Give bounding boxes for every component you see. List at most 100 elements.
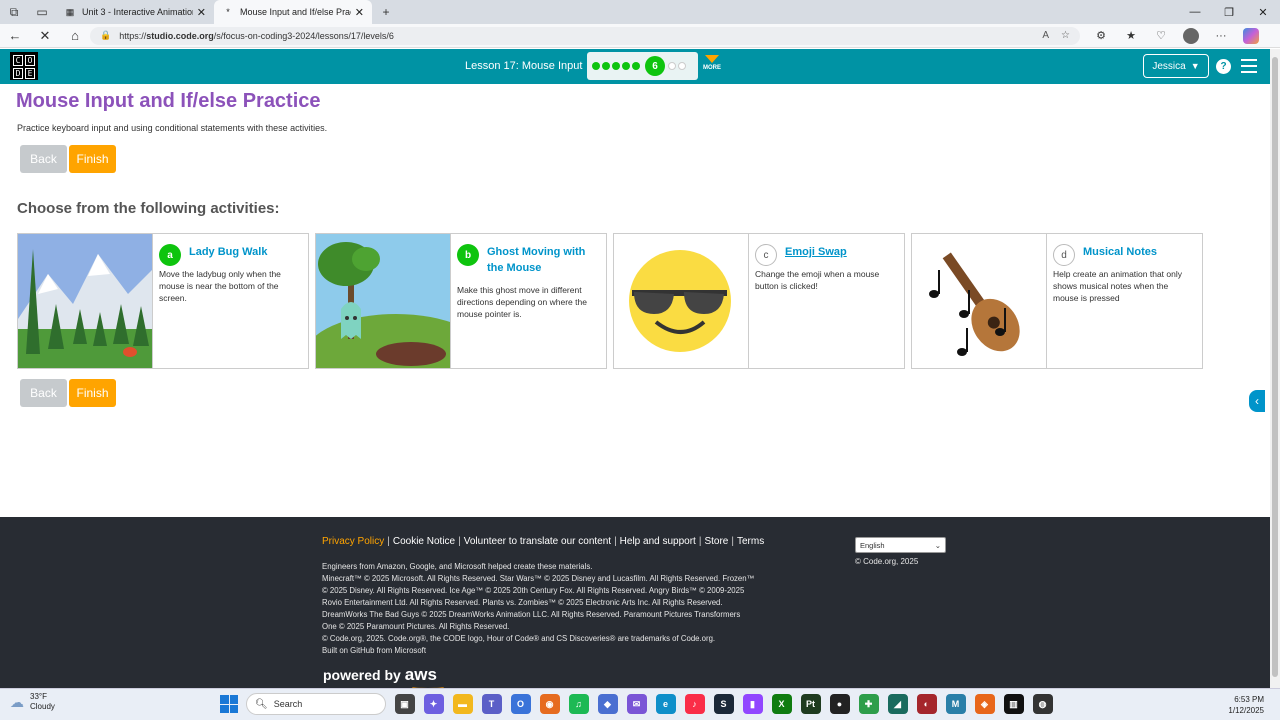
- app-icon[interactable]: ◢: [887, 694, 908, 714]
- privacy-policy-link[interactable]: Privacy Policy: [322, 536, 384, 547]
- task-view-icon[interactable]: ▣: [394, 694, 415, 714]
- close-tab-icon[interactable]: ✕: [197, 6, 206, 19]
- progress-current-level[interactable]: 6: [645, 56, 665, 76]
- outlook-icon[interactable]: O: [510, 694, 531, 714]
- workspaces-icon[interactable]: ⧉: [0, 0, 28, 24]
- activity-title-link[interactable]: Emoji Swap: [785, 244, 898, 260]
- chevron-left-icon[interactable]: ‹: [1249, 390, 1265, 412]
- activity-title-link[interactable]: Ghost Moving with the Mouse: [487, 244, 600, 276]
- browser-tab-unit3[interactable]: ▦ Unit 3 - Interactive Animations ar ✕: [56, 0, 214, 24]
- help-icon[interactable]: ?: [1216, 59, 1231, 74]
- temperature: 33°F: [30, 692, 47, 701]
- language-select[interactable]: English ⌄: [855, 537, 946, 553]
- more-dropdown[interactable]: MORE: [702, 53, 722, 71]
- close-window-icon[interactable]: ✕: [1246, 0, 1280, 24]
- back-button-bottom[interactable]: Back: [20, 379, 67, 407]
- emoji-thumbnail[interactable]: [614, 234, 749, 368]
- profile-icon[interactable]: [1176, 27, 1206, 44]
- favorite-star-icon[interactable]: ☆: [1061, 30, 1070, 41]
- hamburger-menu-icon[interactable]: [1241, 59, 1257, 73]
- browser-essentials-icon[interactable]: ♡: [1146, 29, 1176, 42]
- ghost-thumbnail[interactable]: [316, 234, 451, 368]
- progress-dot-complete[interactable]: [632, 62, 640, 70]
- progress-dot-complete[interactable]: [612, 62, 620, 70]
- activity-card-a[interactable]: a Lady Bug Walk Move the ladybug only wh…: [17, 233, 309, 369]
- code-org-logo[interactable]: C O D E: [10, 52, 38, 80]
- xbox-icon[interactable]: X: [771, 694, 792, 714]
- progress-dot-complete[interactable]: [622, 62, 630, 70]
- progress-dot-complete[interactable]: [592, 62, 600, 70]
- app-icon[interactable]: ◆: [597, 694, 618, 714]
- activity-card-b[interactable]: b Ghost Moving with the Mouse Make this …: [315, 233, 607, 369]
- browser-tab-mouse-input[interactable]: * Mouse Input and If/else Practice ✕: [214, 0, 372, 24]
- spotify-icon[interactable]: ♫: [568, 694, 589, 714]
- copilot-app-icon[interactable]: ✦: [423, 694, 444, 714]
- app-icon[interactable]: ✚: [858, 694, 879, 714]
- twitch-icon[interactable]: ▮: [742, 694, 763, 714]
- footer-links: Privacy Policy | Cookie Notice | Volunteer t…: [322, 536, 765, 547]
- close-tab-icon[interactable]: ✕: [355, 6, 364, 19]
- teams-icon[interactable]: T: [481, 694, 502, 714]
- page-scrollbar[interactable]: [1270, 49, 1280, 688]
- footer-line: © Code.org, 2025. Code.org®, the CODE lo…: [322, 634, 716, 643]
- messenger-icon[interactable]: ✉: [626, 694, 647, 714]
- app-icon[interactable]: ◍: [1032, 694, 1053, 714]
- back-button[interactable]: Back: [20, 145, 67, 173]
- davinci-icon[interactable]: ◐: [916, 694, 937, 714]
- home-icon[interactable]: ⌂: [60, 24, 90, 48]
- lesson-title[interactable]: Lesson 17: Mouse Input: [465, 60, 582, 72]
- restore-icon[interactable]: ❐: [1212, 0, 1246, 24]
- scrollbar-thumb[interactable]: [1272, 57, 1278, 677]
- clock-date: 1/12/2025: [1228, 706, 1264, 715]
- finish-button-bottom[interactable]: Finish: [69, 379, 116, 407]
- new-tab-icon[interactable]: +: [372, 0, 400, 24]
- powered-by-aws-logo[interactable]: powered by aws: [323, 665, 437, 685]
- music-icon[interactable]: ♪: [684, 694, 705, 714]
- lady-bug-thumbnail[interactable]: [18, 234, 153, 368]
- pt-app-icon[interactable]: Pt: [800, 694, 821, 714]
- more-options-icon[interactable]: ···: [1206, 30, 1236, 42]
- url-field[interactable]: 🔒 https://studio.code.org/s/focus-on-cod…: [90, 26, 1080, 45]
- tab-actions-icon[interactable]: ▭: [28, 0, 56, 24]
- finish-button[interactable]: Finish: [69, 145, 116, 173]
- store-link[interactable]: Store: [704, 536, 728, 547]
- volunteer-translate-link[interactable]: Volunteer to translate our content: [464, 536, 611, 547]
- read-aloud-icon[interactable]: A: [1042, 30, 1049, 41]
- favorites-icon[interactable]: ★: [1116, 29, 1146, 42]
- activity-card-c[interactable]: c Emoji Swap Change the emoji when a mou…: [613, 233, 905, 369]
- stop-loading-icon[interactable]: ✕: [30, 24, 60, 48]
- m-app-icon[interactable]: M: [945, 694, 966, 714]
- progress-dot-complete[interactable]: [602, 62, 610, 70]
- obs-icon[interactable]: ●: [829, 694, 850, 714]
- edge-icon[interactable]: e: [655, 694, 676, 714]
- progress-dot-incomplete[interactable]: [678, 62, 686, 70]
- minimize-icon[interactable]: —: [1178, 0, 1212, 24]
- logo-letter: D: [13, 68, 23, 79]
- windows-start-icon[interactable]: [220, 695, 238, 713]
- taskbar-clock[interactable]: 6:53 PM 1/12/2025: [1218, 694, 1264, 716]
- address-bar-row: ← ✕ ⌂ 🔒 https://studio.code.org/s/focus-…: [0, 24, 1280, 48]
- terms-link[interactable]: Terms: [737, 536, 764, 547]
- page-title: Mouse Input and If/else Practice: [16, 90, 321, 112]
- app-icon[interactable]: ◈: [974, 694, 995, 714]
- steam-icon[interactable]: S: [713, 694, 734, 714]
- cookie-notice-link[interactable]: Cookie Notice: [393, 536, 455, 547]
- back-arrow-icon[interactable]: ←: [0, 24, 30, 48]
- extensions-icon[interactable]: ⚙: [1086, 29, 1116, 42]
- activity-title-link[interactable]: Lady Bug Walk: [189, 244, 302, 260]
- weather-widget[interactable]: ☁ 33°F Cloudy: [10, 692, 55, 712]
- activity-card-d[interactable]: d Musical Notes Help create an animation…: [911, 233, 1203, 369]
- lock-icon[interactable]: 🔒: [100, 30, 111, 41]
- file-explorer-icon[interactable]: ▬: [452, 694, 473, 714]
- taskbar-apps: 🔍︎ Search ▣ ✦ ▬ T O ◉ ♫ ◆ ✉ e ♪ S ▮ X Pt…: [220, 693, 1057, 715]
- firefox-icon[interactable]: ◉: [539, 694, 560, 714]
- activity-title-link[interactable]: Musical Notes: [1083, 244, 1196, 260]
- activity-description: Make this ghost move in different direct…: [457, 285, 587, 319]
- copilot-icon[interactable]: [1236, 27, 1266, 44]
- app-icon[interactable]: ▥: [1003, 694, 1024, 714]
- musical-notes-thumbnail[interactable]: [912, 234, 1047, 368]
- taskbar-search[interactable]: 🔍︎ Search: [246, 693, 386, 715]
- help-support-link[interactable]: Help and support: [620, 536, 696, 547]
- user-menu-button[interactable]: Jessica ▼: [1143, 54, 1209, 78]
- progress-dot-incomplete[interactable]: [668, 62, 676, 70]
